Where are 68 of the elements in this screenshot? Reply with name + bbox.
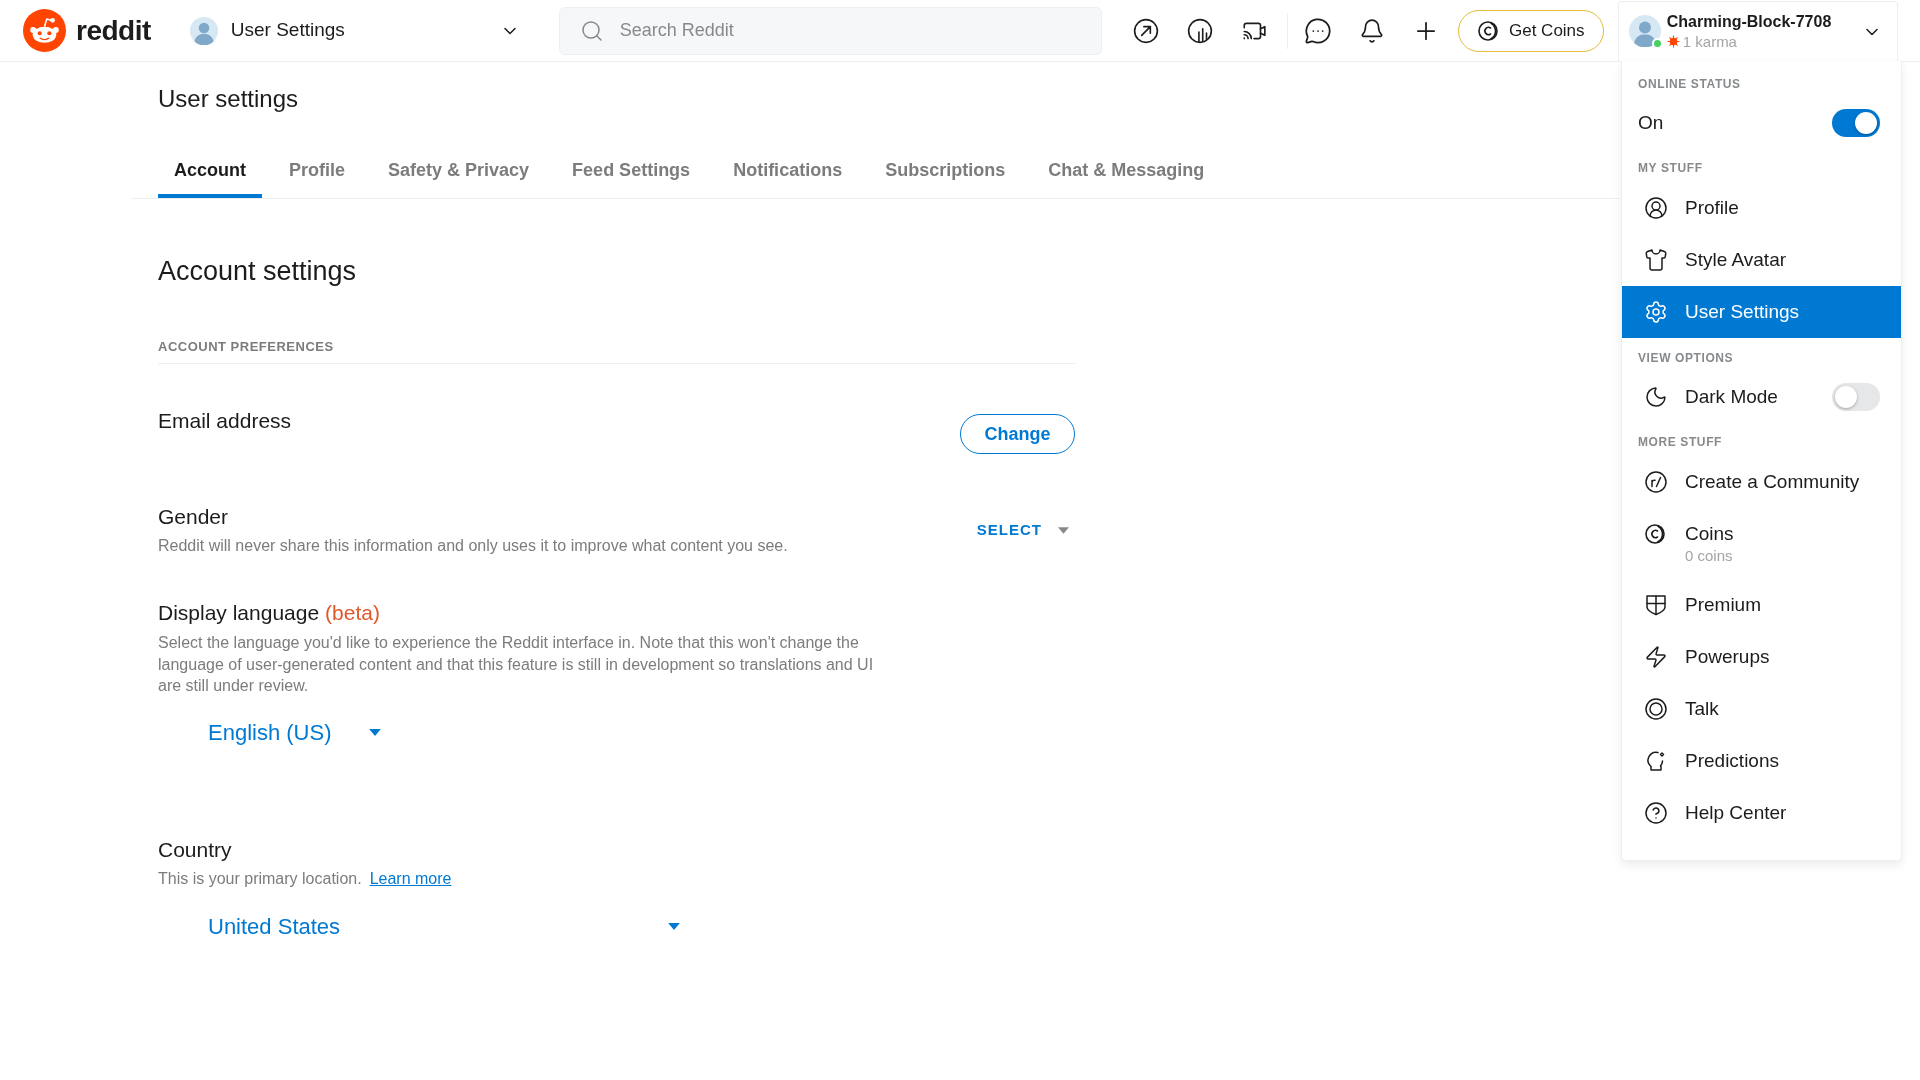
shield-icon: [1644, 593, 1668, 617]
menu-item[interactable]: Create a Community: [1622, 456, 1901, 508]
search-field[interactable]: Search Reddit: [558, 6, 1102, 55]
menu-item[interactable]: Coins 0 coins: [1622, 508, 1901, 579]
karma-icon: [1666, 35, 1680, 48]
menu-item[interactable]: Premium: [1622, 579, 1901, 631]
setting-label: Gender: [158, 504, 229, 530]
setting-label: Country: [158, 836, 232, 863]
setting-description: Reddit will never share this information and only uses it to improve what content you see.: [158, 536, 788, 556]
coin-icon: [1644, 522, 1668, 546]
arrow-circle-icon: [1132, 17, 1159, 44]
caret-down-icon: [668, 923, 680, 930]
section-heading: ACCOUNT PREFERENCES: [158, 339, 334, 355]
karma-count: 1 karma: [1682, 32, 1737, 51]
menu-item[interactable]: Profile: [1622, 182, 1901, 234]
menu-item[interactable]: Style Avatar: [1622, 234, 1901, 286]
toggle-switch[interactable]: [1832, 383, 1880, 411]
logo-icon: [23, 9, 66, 52]
menu-item[interactable]: Help Center: [1622, 787, 1901, 839]
section-heading: ONLINE STATUS: [1638, 76, 1741, 92]
bar-chart-circle-icon: [1186, 17, 1213, 44]
section-heading: MORE STUFF: [1638, 434, 1722, 450]
section-heading: VIEW OPTIONS: [1638, 350, 1734, 366]
tab[interactable]: Subscriptions: [869, 146, 1022, 198]
menu-item[interactable]: User Settings: [1622, 286, 1901, 338]
ring-icon: [1644, 697, 1668, 721]
setting-description: Select the language you'd like to experience the Reddit interface in. Note that this won't change the language of user-generated content and that this feature is still in development so translations and UI are still under review.: [158, 633, 875, 696]
menu-item[interactable]: Powerups: [1622, 631, 1901, 683]
avatar-icon: [1628, 14, 1661, 47]
community-selector[interactable]: User Settings: [183, 8, 526, 53]
coin-count: 0 coins: [1685, 546, 1734, 565]
help-icon: [1644, 801, 1668, 825]
setting-label: Display language: [158, 600, 320, 626]
gender-select[interactable]: SELECT: [976, 520, 1069, 540]
avatar-icon: [189, 16, 218, 45]
learn-more-link[interactable]: Learn more: [369, 868, 452, 889]
search-icon: [579, 18, 604, 43]
coin-icon: [1477, 18, 1501, 43]
home-link[interactable]: reddit: [23, 9, 151, 52]
country-select[interactable]: United States: [208, 912, 680, 941]
r-slash-icon: [1644, 470, 1668, 494]
menu-item[interactable]: Predictions: [1622, 735, 1901, 787]
shirt-icon: [1644, 248, 1668, 272]
caret-down-icon: [1058, 526, 1069, 534]
caret-down-icon: [369, 729, 382, 736]
page-title: User settings: [158, 84, 299, 114]
tab[interactable]: Safety & Privacy: [372, 146, 546, 198]
section-title: Account settings: [158, 255, 357, 288]
tab[interactable]: Chat & Messaging: [1032, 146, 1221, 198]
tab[interactable]: Feed Settings: [556, 146, 707, 198]
lightning-bolt-icon: [1644, 645, 1668, 669]
user-menu-button[interactable]: Charming-Block-7708 1 karma: [1617, 1, 1898, 61]
menu-item[interactable]: Talk: [1622, 683, 1901, 735]
language-select[interactable]: English (US): [208, 718, 382, 747]
section-heading: MY STUFF: [1638, 160, 1703, 176]
chat-bubble-icon: [1303, 16, 1332, 45]
setting-label: Email address: [158, 408, 292, 434]
beta-label: (beta): [325, 600, 380, 626]
settings-icon: [1644, 300, 1668, 324]
toggle-label: On: [1638, 111, 1664, 135]
toggle-switch[interactable]: [1832, 109, 1880, 137]
tab[interactable]: Profile: [273, 146, 361, 198]
toggle-label: Dark Mode: [1685, 385, 1778, 409]
moon-icon: [1644, 385, 1668, 409]
setting-description: This is your primary location.: [158, 868, 362, 889]
tab[interactable]: Account: [158, 146, 262, 198]
tab[interactable]: Notifications: [717, 146, 859, 198]
user-circle-icon: [1644, 196, 1668, 220]
